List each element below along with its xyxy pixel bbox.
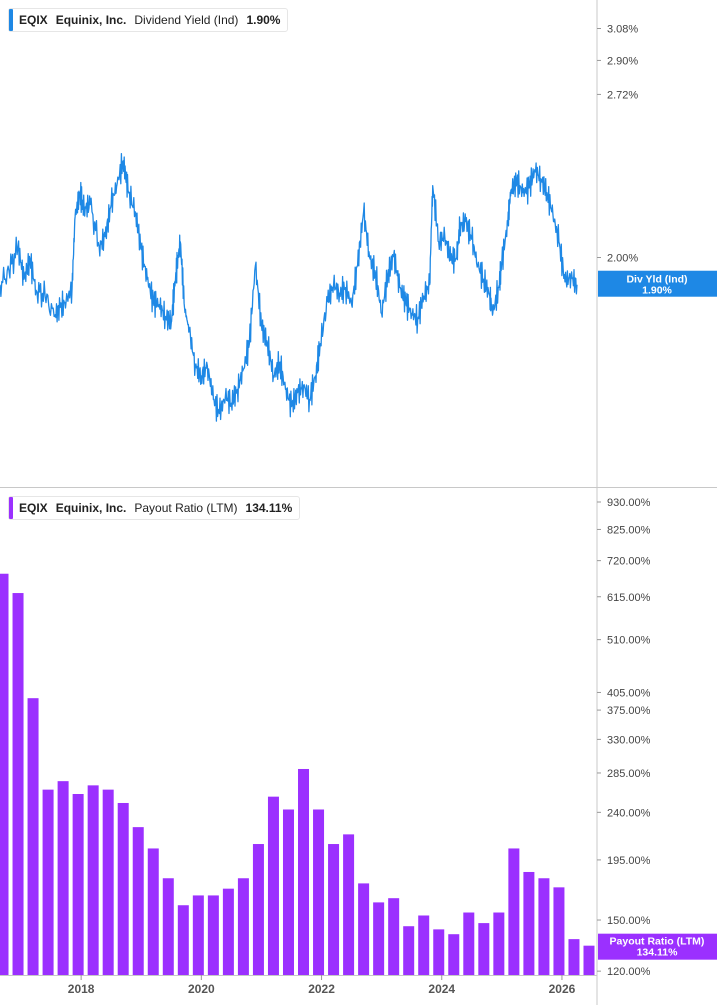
payout-bar [147,848,159,975]
y-tick-label: 720.00% [607,556,651,568]
payout-bar [463,912,475,975]
y-tick-label: 2.00% [607,253,638,265]
payout-bar [418,915,430,975]
dividend-yield-line [0,152,578,422]
payout-bar [568,939,580,975]
y-tick-label: 2.90% [607,55,638,67]
payout-bar [27,698,39,975]
payout-bar [87,785,99,975]
y-tick-label: 195.00% [607,855,651,867]
payout-bar [267,796,279,975]
payout-bar [117,802,129,975]
payout-bar [57,781,69,975]
payout-bar [478,923,490,975]
x-tick-label: 2026 [549,982,576,996]
y-tick-label: 3.08% [607,23,638,35]
payout-bar [328,844,340,975]
payout-bar [0,573,9,975]
y-tick-label: 510.00% [607,635,651,647]
payout-bar [132,827,144,975]
payout-bar [523,871,535,975]
y-tick-label: 615.00% [607,592,651,604]
payout-bar [448,934,460,975]
payout-bar [162,878,174,975]
payout-bar [237,878,249,975]
y-tick-label: 285.00% [607,768,651,780]
series-color-swatch [9,9,13,31]
y-tick-label: 405.00% [607,687,651,699]
legend-dividend-yield[interactable]: EQIX Equinix, Inc. Dividend Yield (Ind) … [8,8,289,32]
legend-company: Equinix, Inc. [55,13,127,27]
payout-bar [222,888,234,975]
x-tick-label: 2018 [68,982,95,996]
payout-bar [508,848,520,975]
payout-bar [538,878,550,975]
y-tick-label: 375.00% [607,705,651,717]
legend-value: 134.11% [245,501,293,515]
payout-bar [358,883,370,975]
legend-ticker: EQIX [19,13,48,27]
payout-bar [72,794,84,975]
last-value-badge-value: 134.11% [637,947,679,959]
payout-bar [192,895,204,975]
payout-bar [583,945,595,975]
legend-payout-ratio[interactable]: EQIX Equinix, Inc. Payout Ratio (LTM) 13… [8,496,301,520]
payout-bar [403,926,415,975]
y-tick-label: 930.00% [607,497,651,509]
payout-bar [298,768,310,975]
last-value-badge-value: 1.90% [642,285,672,297]
y-tick-label: 150.00% [607,915,651,927]
payout-bar [252,844,264,975]
payout-bar [313,809,325,975]
payout-bar [177,905,189,975]
payout-bar [42,789,54,975]
payout-bar [102,789,114,975]
payout-bar [433,929,445,975]
payout-bar [207,895,219,975]
payout-bar [343,834,355,975]
legend-metric: Payout Ratio (LTM) [134,501,238,515]
payout-bar [493,912,505,975]
y-tick-label: 825.00% [607,524,651,536]
payout-bar [388,898,400,975]
legend-ticker: EQIX [19,501,48,515]
payout-bar [553,887,565,975]
x-tick-label: 2020 [188,982,215,996]
legend-value: 1.90% [246,13,281,27]
series-color-swatch [9,497,13,519]
dual-panel-chart: 3.08% 2.90% 2.72% 2.00% Div Yld (Ind) 1.90% 93… [0,0,717,1005]
y-tick-label: 120.00% [607,966,651,978]
payout-bar [12,593,24,975]
legend-metric: Dividend Yield (Ind) [134,13,239,27]
legend-company: Equinix, Inc. [55,501,127,515]
x-tick-label: 2024 [428,982,455,996]
payout-bar [282,809,294,975]
x-tick-label: 2022 [308,982,335,996]
payout-bar [373,902,385,975]
y-tick-label: 240.00% [607,807,651,819]
y-tick-label: 330.00% [607,734,651,746]
y-tick-label: 2.72% [607,89,638,101]
